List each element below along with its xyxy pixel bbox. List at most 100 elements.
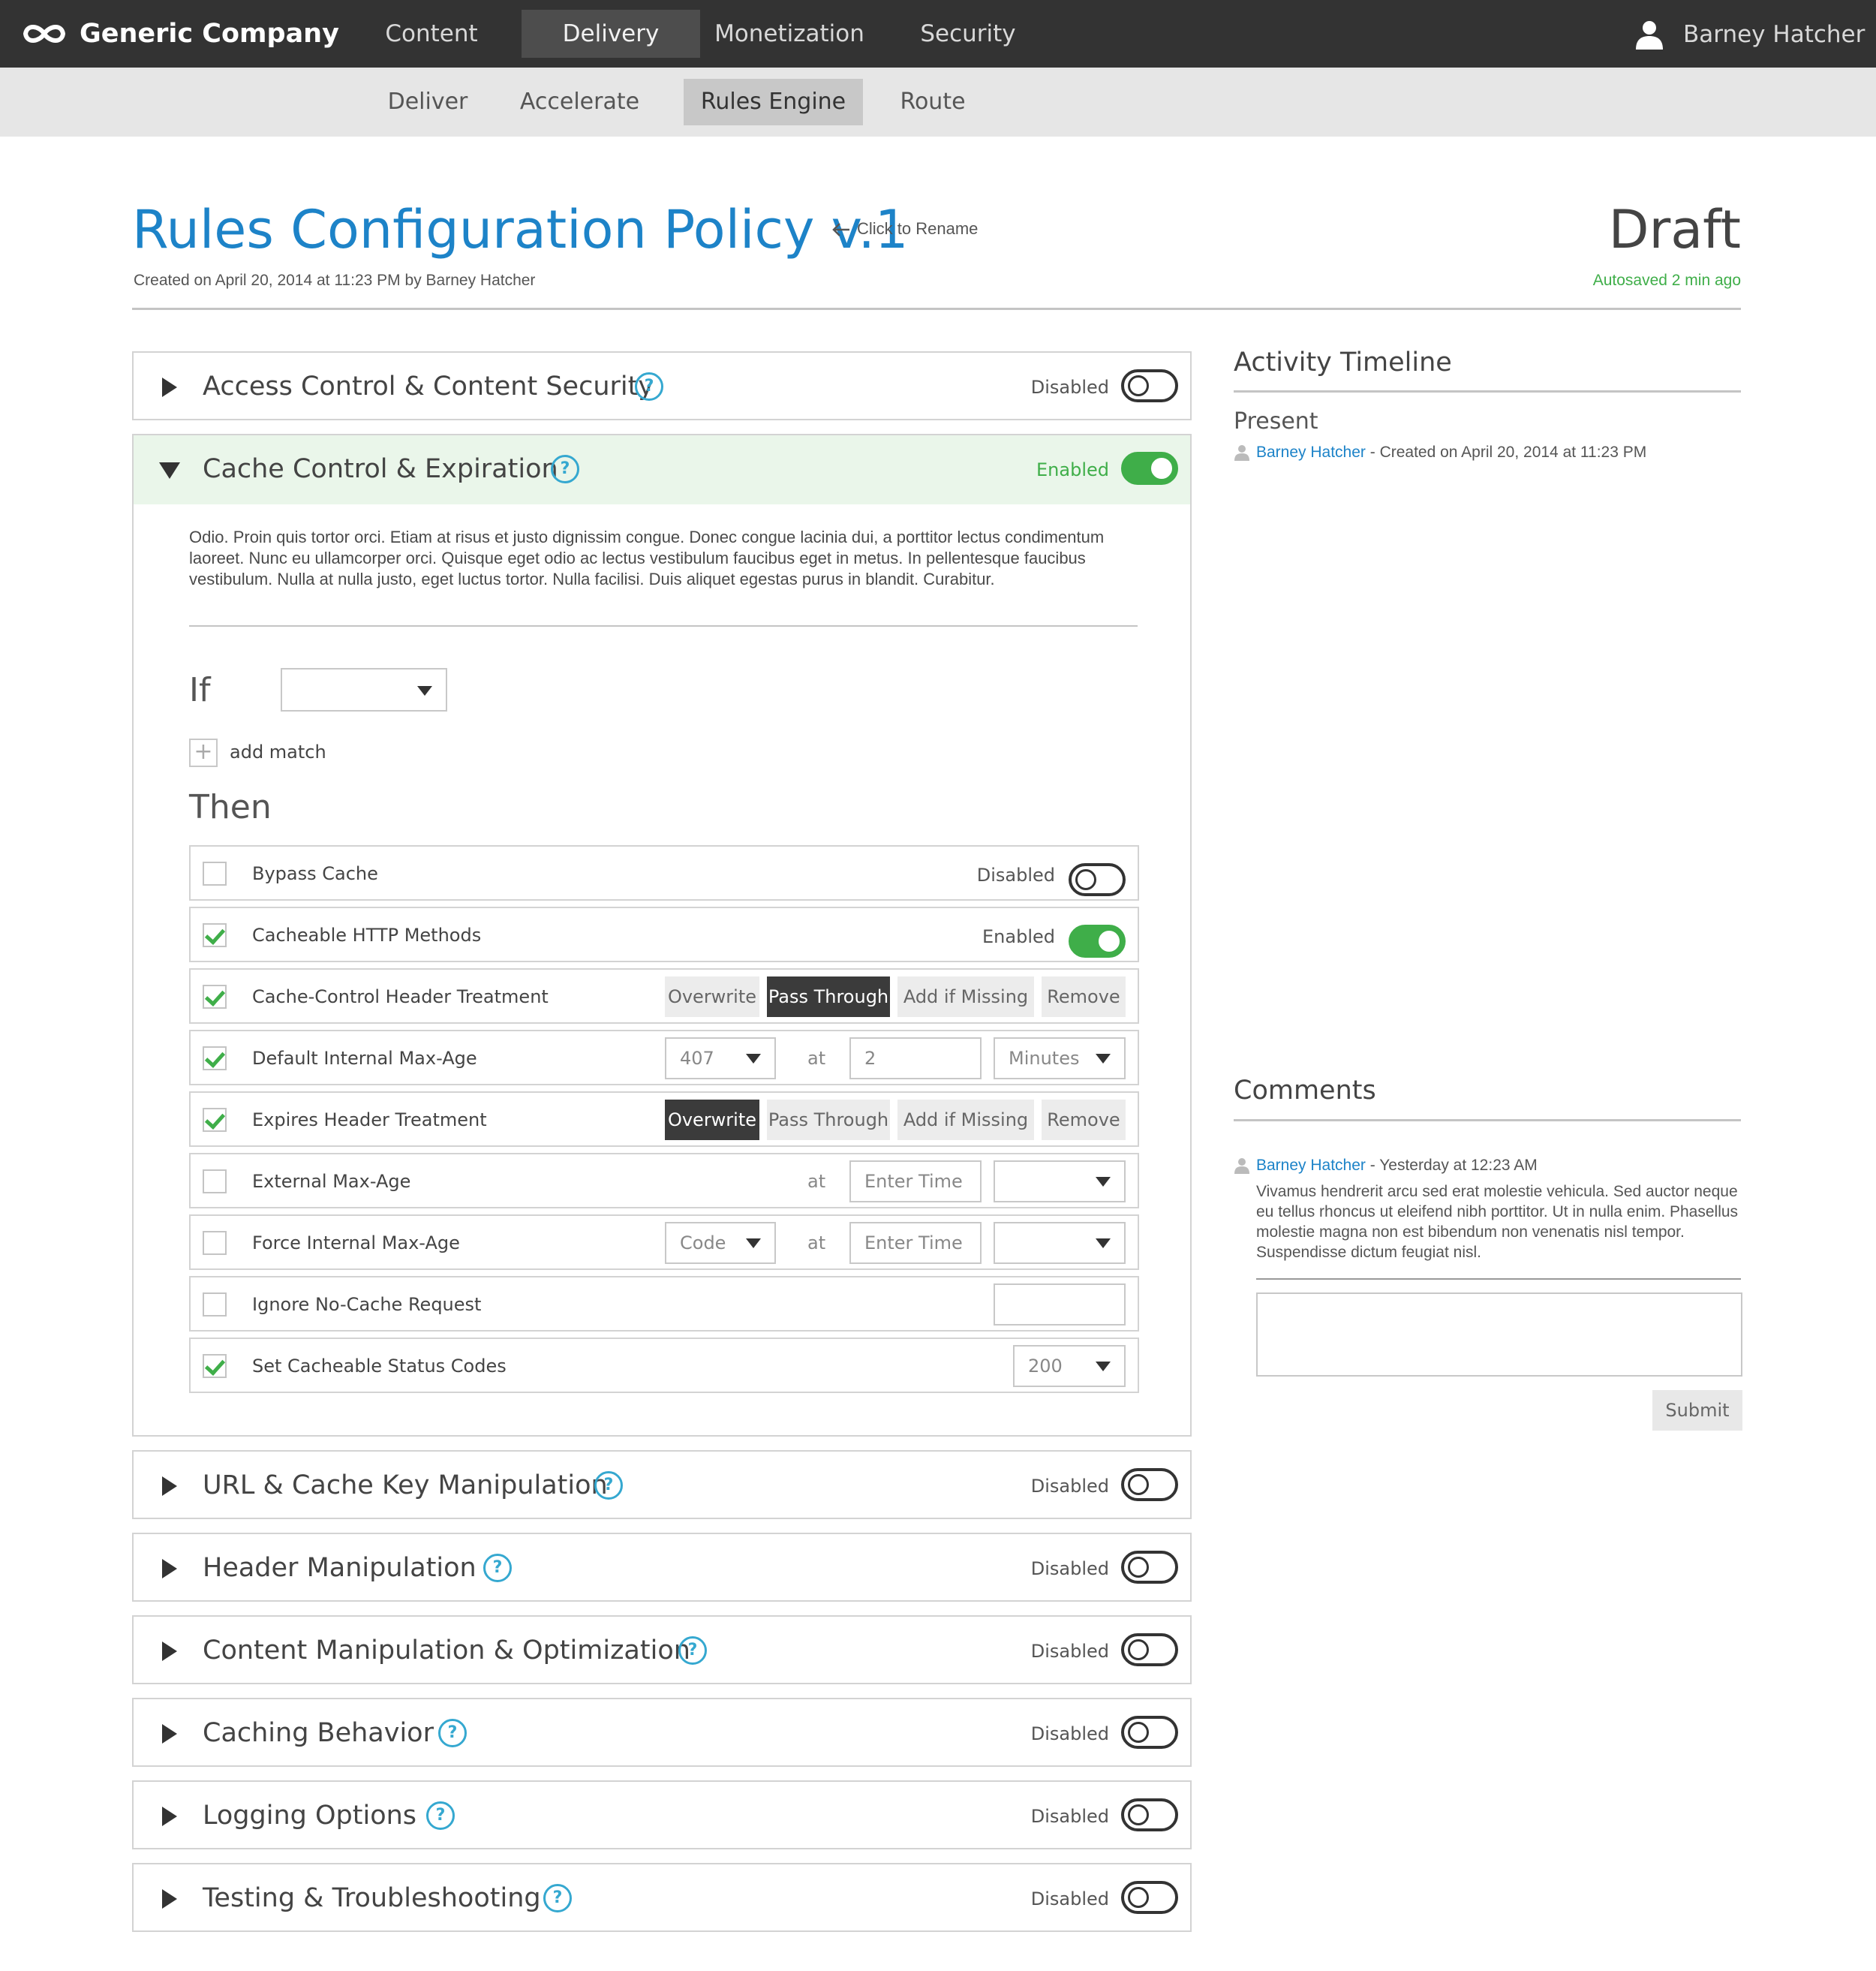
option-overwrite[interactable]: Overwrite bbox=[665, 1100, 759, 1140]
add-icon[interactable]: + bbox=[189, 739, 218, 767]
section-title[interactable]: Header Manipulation bbox=[203, 1551, 477, 1585]
timeline-user-link[interactable]: Barney Hatcher bbox=[1256, 444, 1366, 461]
rule-checkbox[interactable] bbox=[203, 1169, 227, 1193]
rule-checkbox[interactable] bbox=[203, 1354, 227, 1378]
help-icon[interactable]: ? bbox=[483, 1554, 512, 1582]
time-input[interactable]: 2 bbox=[849, 1037, 982, 1079]
created-info: Created on April 20, 2014 at 11:23 PM by… bbox=[134, 272, 536, 289]
policy-title[interactable]: Rules Configuration Policy v.1 bbox=[132, 197, 908, 263]
comment-input[interactable] bbox=[1256, 1292, 1742, 1377]
expand-arrow-icon[interactable] bbox=[162, 378, 177, 397]
rule-checkbox[interactable] bbox=[203, 1108, 227, 1132]
rule-label: Cacheable HTTP Methods bbox=[252, 925, 482, 946]
subnav-tab-deliver[interactable]: Deliver bbox=[375, 79, 480, 125]
section-content-manipulation[interactable]: Content Manipulation & Optimization ? Di… bbox=[132, 1615, 1192, 1684]
at-label: at bbox=[807, 1048, 826, 1069]
header-divider bbox=[132, 308, 1741, 310]
nav-tab-content[interactable]: Content bbox=[353, 10, 510, 58]
section-toggle[interactable] bbox=[1121, 1633, 1178, 1666]
timeline-period: Present bbox=[1234, 408, 1318, 435]
help-icon[interactable]: ? bbox=[426, 1801, 455, 1830]
time-input[interactable]: Enter Time bbox=[849, 1222, 982, 1264]
user-menu[interactable]: Barney Hatcher bbox=[1683, 17, 1865, 53]
option-add-if-missing[interactable]: Add if Missing bbox=[897, 976, 1034, 1017]
section-title[interactable]: Testing & Troubleshooting bbox=[203, 1881, 541, 1915]
rule-checkbox[interactable] bbox=[203, 862, 227, 886]
value-input[interactable] bbox=[994, 1283, 1126, 1326]
option-pass-through[interactable]: Pass Through bbox=[767, 976, 890, 1017]
section-cache-control: Cache Control & Expiration ? Enabled Odi… bbox=[132, 434, 1192, 1437]
nav-tab-security[interactable]: Security bbox=[885, 10, 1051, 58]
subnav-tab-accelerate[interactable]: Accelerate bbox=[510, 79, 649, 125]
option-overwrite[interactable]: Overwrite bbox=[665, 976, 759, 1017]
section-header[interactable]: Cache Control & Expiration ? Enabled bbox=[134, 435, 1190, 504]
section-title[interactable]: Access Control & Content Security bbox=[203, 369, 654, 404]
help-icon[interactable]: ? bbox=[594, 1471, 623, 1500]
expand-arrow-icon[interactable] bbox=[162, 1724, 177, 1744]
description-divider bbox=[189, 625, 1138, 627]
section-logging-options[interactable]: Logging Options ? Disabled bbox=[132, 1780, 1192, 1849]
section-toggle[interactable] bbox=[1121, 1798, 1178, 1831]
option-remove[interactable]: Remove bbox=[1042, 976, 1126, 1017]
section-title[interactable]: Caching Behavior bbox=[203, 1716, 434, 1750]
status-code-select[interactable]: 200 bbox=[1013, 1345, 1126, 1387]
rule-checkbox[interactable] bbox=[203, 985, 227, 1009]
section-title[interactable]: URL & Cache Key Manipulation bbox=[203, 1468, 608, 1503]
rule-toggle[interactable] bbox=[1069, 925, 1126, 958]
rule-checkbox[interactable] bbox=[203, 1046, 227, 1070]
help-icon[interactable]: ? bbox=[635, 372, 663, 401]
unit-select[interactable]: Minutes bbox=[994, 1037, 1126, 1079]
help-icon[interactable]: ? bbox=[551, 455, 579, 483]
add-match-link[interactable]: add match bbox=[230, 740, 326, 764]
section-toggle[interactable] bbox=[1121, 1716, 1178, 1749]
section-title[interactable]: Content Manipulation & Optimization bbox=[203, 1633, 690, 1668]
section-url-cache-key[interactable]: URL & Cache Key Manipulation ? Disabled bbox=[132, 1450, 1192, 1519]
help-icon[interactable]: ? bbox=[438, 1719, 467, 1747]
section-toggle[interactable] bbox=[1121, 1551, 1178, 1584]
option-pass-through[interactable]: Pass Through bbox=[767, 1100, 890, 1140]
section-access-control[interactable]: Access Control & Content Security ? Disa… bbox=[132, 351, 1192, 420]
submit-button[interactable]: Submit bbox=[1652, 1390, 1742, 1431]
comment-user-link[interactable]: Barney Hatcher bbox=[1256, 1157, 1366, 1174]
section-toggle[interactable] bbox=[1121, 1881, 1178, 1914]
option-add-if-missing[interactable]: Add if Missing bbox=[897, 1100, 1034, 1140]
subnav-tab-route[interactable]: Route bbox=[885, 79, 980, 125]
rule-checkbox[interactable] bbox=[203, 923, 227, 947]
infinity-icon[interactable] bbox=[21, 17, 68, 51]
rule-checkbox[interactable] bbox=[203, 1292, 227, 1317]
section-toggle[interactable] bbox=[1121, 1468, 1178, 1501]
expand-arrow-icon[interactable] bbox=[162, 1641, 177, 1661]
unit-select[interactable] bbox=[994, 1222, 1126, 1264]
subnav-tab-rules-engine[interactable]: Rules Engine bbox=[684, 79, 863, 125]
person-icon bbox=[1234, 445, 1249, 462]
rule-toggle[interactable] bbox=[1069, 863, 1126, 896]
time-input[interactable]: Enter Time bbox=[849, 1160, 982, 1202]
comments-divider bbox=[1234, 1119, 1741, 1121]
help-icon[interactable]: ? bbox=[543, 1884, 572, 1912]
help-icon[interactable]: ? bbox=[678, 1636, 707, 1665]
chevron-down-icon bbox=[1096, 1177, 1111, 1187]
expand-arrow-icon[interactable] bbox=[162, 1889, 177, 1909]
code-select[interactable]: 407 bbox=[665, 1037, 776, 1079]
section-caching-behavior[interactable]: Caching Behavior ? Disabled bbox=[132, 1698, 1192, 1767]
if-condition-select[interactable] bbox=[281, 668, 447, 712]
user-icon[interactable] bbox=[1634, 20, 1664, 50]
nav-tab-monetization[interactable]: Monetization bbox=[705, 10, 873, 58]
expand-arrow-icon[interactable] bbox=[162, 1807, 177, 1826]
section-toggle[interactable] bbox=[1121, 452, 1178, 485]
nav-tab-delivery[interactable]: Delivery bbox=[522, 10, 700, 58]
brand-name[interactable]: Generic Company bbox=[80, 17, 339, 51]
option-remove[interactable]: Remove bbox=[1042, 1100, 1126, 1140]
section-testing-troubleshooting[interactable]: Testing & Troubleshooting ? Disabled bbox=[132, 1863, 1192, 1932]
section-toggle[interactable] bbox=[1121, 369, 1178, 402]
section-title[interactable]: Logging Options bbox=[203, 1798, 416, 1833]
section-title[interactable]: Cache Control & Expiration bbox=[203, 452, 558, 486]
unit-select[interactable] bbox=[994, 1160, 1126, 1202]
collapse-arrow-icon[interactable] bbox=[159, 462, 180, 479]
code-select[interactable]: Code bbox=[665, 1222, 776, 1264]
section-header-manipulation[interactable]: Header Manipulation ? Disabled bbox=[132, 1533, 1192, 1602]
expand-arrow-icon[interactable] bbox=[162, 1476, 177, 1496]
expand-arrow-icon[interactable] bbox=[162, 1559, 177, 1578]
rename-hint[interactable]: Click to Rename bbox=[831, 216, 978, 242]
rule-checkbox[interactable] bbox=[203, 1231, 227, 1255]
